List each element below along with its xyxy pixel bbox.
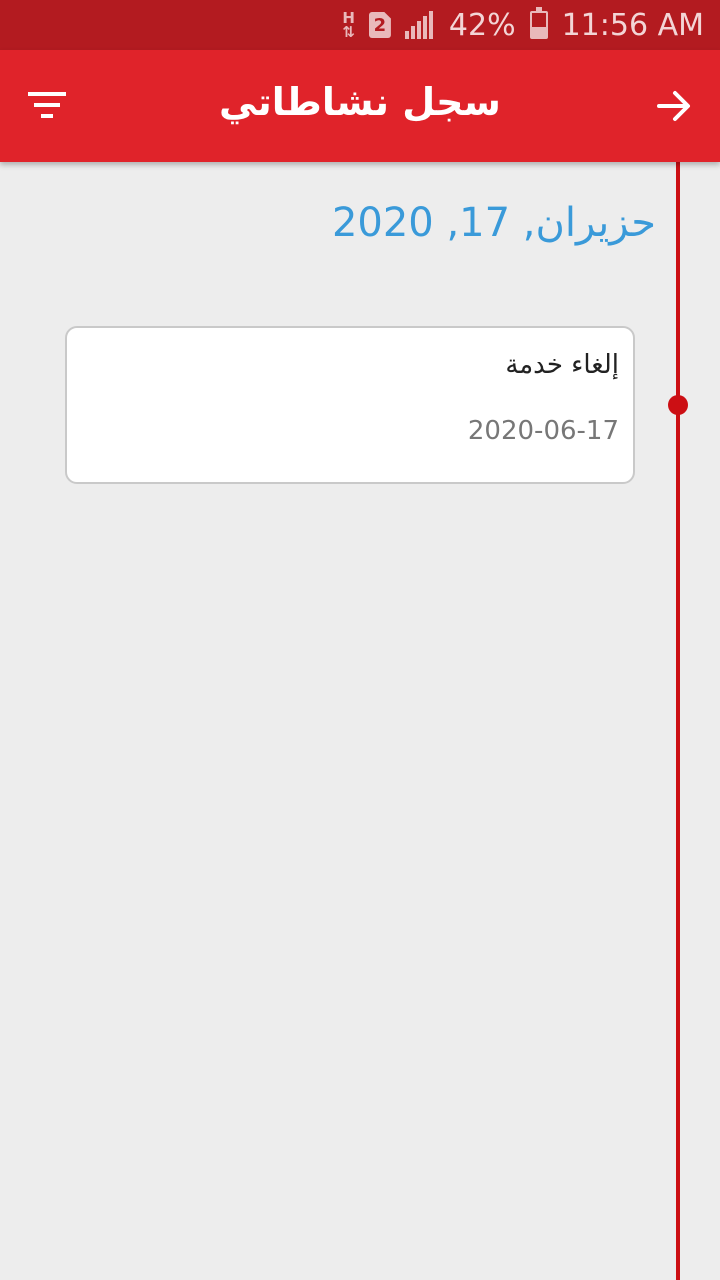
- battery-percent: 42%: [448, 7, 516, 43]
- status-time: 11:56 AM: [561, 7, 704, 43]
- arrow-forward-icon[interactable]: [656, 88, 692, 124]
- sim-2-icon: 2: [368, 12, 391, 38]
- timeline-dot: [668, 395, 688, 415]
- signal-icon: [404, 11, 435, 39]
- activity-card[interactable]: إلغاء خدمة 2020-06-17: [65, 326, 635, 484]
- app-bar: سجل نشاطاتي: [0, 50, 720, 162]
- status-bar: H ⇅ 2 42% 11:56 AM: [0, 0, 720, 50]
- sim-slot-label: 2: [373, 14, 387, 36]
- h-network-icon: H ⇅: [342, 11, 355, 41]
- activity-date: 2020-06-17: [467, 416, 619, 446]
- battery-fill: [531, 26, 546, 37]
- battery-icon: [529, 7, 548, 39]
- data-arrows-icon: ⇅: [342, 23, 355, 41]
- page-title: سجل نشاطاتي: [219, 80, 501, 124]
- timeline-date-heading: حزيران, 17, 2020: [331, 200, 656, 246]
- timeline-line: [676, 162, 680, 1280]
- activity-title: إلغاء خدمة: [505, 350, 619, 380]
